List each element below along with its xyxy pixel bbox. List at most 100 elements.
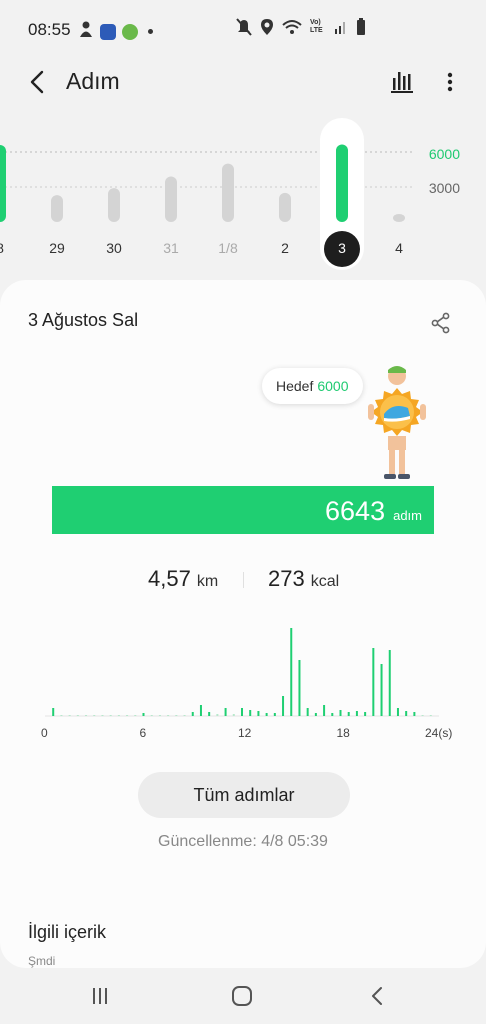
week-bar-5 — [279, 192, 291, 222]
hourly-bar-44 — [413, 712, 416, 716]
share-icon[interactable] — [430, 312, 452, 334]
bar-chart-icon[interactable] — [388, 68, 416, 96]
hourly-bar-24 — [249, 710, 252, 716]
day-label-3[interactable]: 31 — [151, 240, 191, 256]
hourly-bar-15 — [175, 715, 178, 716]
person-icon — [78, 20, 94, 43]
distance-unit: km — [196, 573, 219, 590]
progress-text: 6643 adım — [325, 496, 422, 527]
distance-value: 4,57 — [148, 566, 191, 591]
week-bar-1 — [51, 195, 63, 222]
home-button-icon[interactable] — [228, 982, 256, 1010]
chat-app-icon — [100, 23, 116, 40]
goal-bubble-label: Hedef — [276, 378, 314, 394]
week-bar-2 — [108, 188, 120, 222]
wifi-icon — [282, 20, 302, 34]
hourly-bar-3 — [76, 715, 79, 716]
recent-apps-icon[interactable] — [86, 982, 114, 1010]
location-icon — [261, 19, 273, 35]
goal-line-label: 6000 — [428, 146, 460, 162]
hourly-bar-13 — [158, 715, 161, 716]
calories-value: 273 — [268, 566, 305, 591]
hourly-bar-46 — [429, 715, 432, 716]
status-time: 08:55 — [28, 20, 71, 39]
hourly-bar-39 — [372, 648, 375, 716]
hourly-bar-26 — [265, 713, 268, 716]
hourly-bar-9 — [126, 715, 129, 716]
hourly-bar-30 — [298, 660, 301, 716]
hourly-axis-label-1: 6 — [139, 726, 147, 740]
hourly-bar-2 — [68, 715, 71, 716]
stats-divider — [243, 572, 244, 588]
day-label-1[interactable]: 29 — [37, 240, 77, 256]
back-arrow-icon[interactable] — [22, 66, 54, 98]
status-right-icons: Vo) LTE — [236, 18, 366, 36]
steps-count: 6643 — [325, 496, 386, 526]
more-vert-icon[interactable] — [440, 68, 460, 96]
hourly-axis-label-0: 0 — [41, 726, 48, 740]
hourly-bar-11 — [142, 713, 145, 716]
updated-text: Güncellenme: 4/8 05:39 — [158, 833, 328, 850]
status-left-icons — [78, 20, 153, 43]
related-content-title: İlgili içerik — [28, 922, 107, 942]
notification-dot — [148, 29, 153, 34]
signal-icon — [335, 22, 345, 34]
hourly-bar-20 — [216, 714, 219, 716]
hourly-bar-12 — [150, 715, 153, 716]
hourly-axis-label-4: 24(s) — [425, 726, 453, 740]
stats-row: 4,57 km 273 kcal — [0, 566, 486, 596]
calories-unit: kcal — [310, 573, 340, 590]
day-label-6[interactable]: 3 — [322, 240, 362, 256]
hourly-bar-6 — [101, 715, 104, 716]
steps-progress-bar: 6643 adım — [52, 486, 434, 534]
hourly-bar-23 — [241, 708, 243, 716]
app-bar: Adım — [0, 60, 486, 106]
date-title: 3 Ağustos Sal — [28, 310, 139, 330]
hourly-bar-8 — [117, 715, 120, 716]
hourly-bar-43 — [405, 711, 408, 716]
hourly-bar-27 — [273, 713, 276, 716]
hourly-bar-19 — [208, 712, 211, 716]
hourly-bar-42 — [396, 708, 399, 716]
week-step-strip[interactable]: 6000 3000 8 29 30 31 1/8 2 3 4 — [0, 112, 486, 272]
hourly-bar-32 — [314, 713, 317, 716]
mid-line-label: 3000 — [428, 180, 460, 196]
hourly-bar-38 — [364, 712, 367, 716]
day-detail-card: 3 Ağustos Sal Hedef 6000 6643 adım 4,57 … — [0, 280, 486, 968]
day-label-7[interactable]: 4 — [379, 240, 419, 256]
mute-icon — [236, 18, 252, 36]
steps-unit: adım — [393, 508, 422, 523]
hourly-bar-18 — [199, 705, 202, 716]
distance-stat: 4,57 km — [148, 566, 218, 592]
status-bar: 08:55 Vo) LTE — [0, 0, 486, 60]
day-label-2[interactable]: 30 — [94, 240, 134, 256]
hourly-bar-7 — [109, 715, 112, 716]
calories-stat: 273 kcal — [268, 566, 339, 592]
hourly-bar-37 — [355, 711, 358, 716]
hourly-bar-14 — [167, 715, 170, 716]
mascot-illustration — [360, 364, 434, 482]
page-title: Adım — [66, 68, 120, 94]
hourly-bar-10 — [134, 715, 137, 716]
system-nav-bar — [0, 968, 486, 1024]
hourly-bar-0 — [52, 708, 55, 716]
hourly-bar-33 — [323, 705, 326, 716]
goal-bubble: Hedef 6000 — [262, 368, 363, 404]
hourly-axis-label-3: 18 — [336, 726, 350, 740]
all-steps-button[interactable]: Tüm adımlar — [138, 772, 350, 818]
volte-icon: Vo) LTE — [310, 19, 323, 34]
hourly-bar-22 — [232, 714, 235, 716]
day-label-4[interactable]: 1/8 — [208, 240, 248, 256]
hourly-bar-31 — [306, 708, 309, 716]
hourly-bar-28 — [282, 696, 285, 716]
hourly-bar-5 — [93, 715, 96, 716]
hourly-bar-25 — [257, 711, 260, 716]
hourly-bar-4 — [85, 715, 88, 716]
hourly-bar-21 — [224, 708, 227, 716]
day-label-0[interactable]: 8 — [0, 240, 20, 256]
week-bar-7 — [393, 214, 405, 222]
back-nav-icon[interactable] — [364, 982, 392, 1010]
day-label-5[interactable]: 2 — [265, 240, 305, 256]
hourly-steps-chart: 0 6 12 18 24(s) — [34, 620, 458, 750]
hourly-bars — [45, 628, 439, 717]
